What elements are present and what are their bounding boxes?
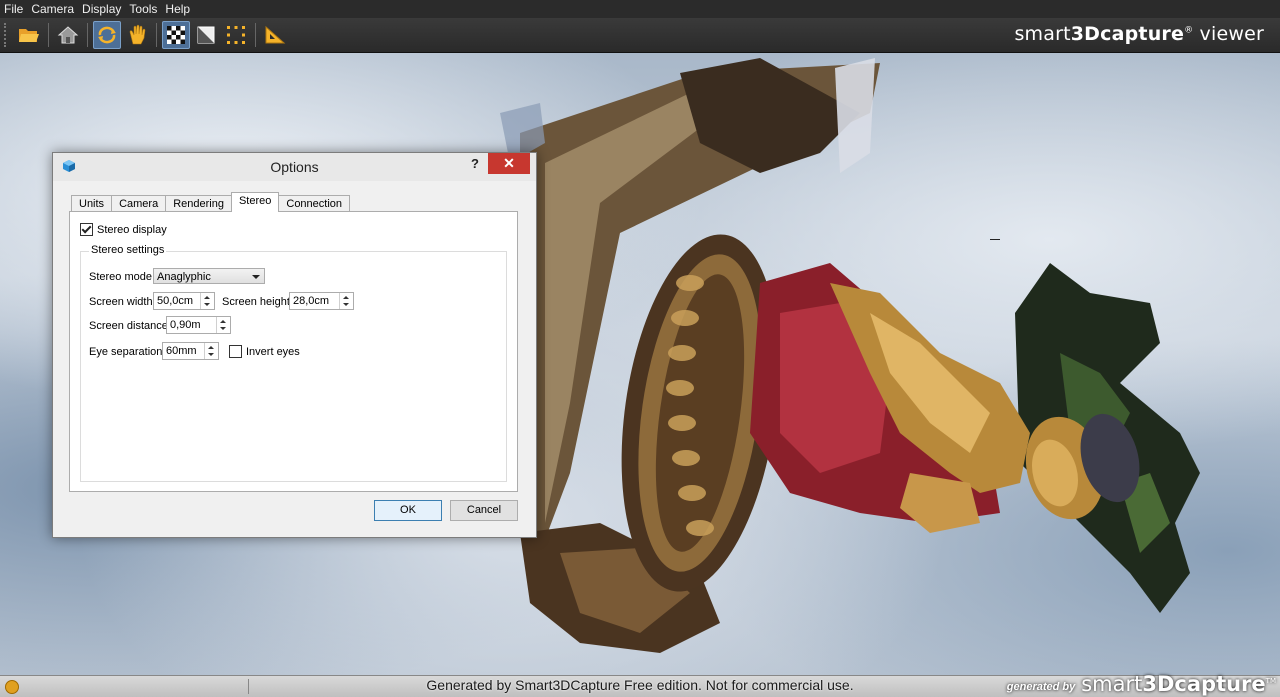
open-folder-icon — [19, 29, 39, 42]
close-button[interactable]: ✕ — [488, 153, 530, 174]
measure-icon — [265, 25, 286, 44]
screen-distance-label: Screen distance — [89, 320, 168, 332]
close-icon: ✕ — [503, 155, 515, 171]
screen-height-spinbox[interactable]: 28,0cm — [289, 292, 354, 310]
spin-buttons[interactable] — [204, 343, 218, 359]
orbit-icon — [98, 26, 116, 44]
texture-button[interactable] — [162, 21, 190, 49]
ok-button[interactable]: OK — [374, 500, 442, 521]
screen-distance-spinbox[interactable]: 0,90m — [166, 316, 231, 334]
dialog-titlebar[interactable]: Options ? ✕ — [53, 153, 536, 181]
spin-buttons[interactable] — [339, 293, 353, 309]
checkerboard-icon — [167, 26, 185, 44]
spin-up-icon — [343, 296, 349, 299]
toolbar-separator — [156, 23, 157, 47]
stereo-mode-select[interactable]: Anaglyphic — [153, 268, 265, 284]
tab-rendering[interactable]: Rendering — [165, 195, 232, 212]
stereo-display-checkbox[interactable] — [80, 223, 93, 236]
app-brand: smart3Dcapture® viewer — [1014, 23, 1264, 45]
stereo-settings-group: Stereo settings Stereo mode Anaglyphic S… — [80, 244, 507, 482]
dialog-body: Units Camera Rendering Stereo Connection… — [59, 181, 530, 531]
measure-button[interactable] — [261, 21, 289, 49]
cancel-button[interactable]: Cancel — [450, 500, 518, 521]
invert-eyes-label: Invert eyes — [246, 345, 300, 358]
pan-button[interactable] — [123, 21, 151, 49]
options-dialog: Options ? ✕ Units Camera Rendering Stere… — [52, 152, 537, 538]
spin-buttons[interactable] — [216, 317, 230, 333]
spin-down-icon — [220, 327, 226, 330]
eye-separation-label: Eye separation — [89, 346, 163, 358]
stereo-mode-label: Stereo mode — [89, 271, 152, 283]
spin-buttons[interactable] — [200, 293, 214, 309]
tab-stereo[interactable]: Stereo — [230, 192, 280, 212]
eye-separation-spinbox[interactable]: 60mm — [162, 342, 219, 360]
tab-bar: Units Camera Rendering Stereo Connection — [71, 192, 351, 212]
help-button[interactable]: ? — [465, 156, 485, 174]
spin-down-icon — [204, 303, 210, 306]
stereo-mode-value: Anaglyphic — [157, 271, 211, 283]
toolbar: smart3Dcapture® viewer — [0, 18, 1280, 53]
menu-file[interactable]: File — [0, 2, 27, 16]
spin-up-icon — [208, 346, 214, 349]
toolbar-separator — [255, 23, 256, 47]
invert-eyes-checkbox[interactable] — [229, 345, 242, 358]
spin-down-icon — [208, 353, 214, 356]
bounding-box-icon — [227, 26, 245, 44]
bounding-box-button[interactable] — [222, 21, 250, 49]
screen-height-value: 28,0cm — [293, 295, 330, 307]
tab-units[interactable]: Units — [71, 195, 113, 212]
spin-up-icon — [220, 320, 226, 323]
menu-tools[interactable]: Tools — [125, 2, 161, 16]
screen-width-value: 50,0cm — [157, 295, 194, 307]
menu-display[interactable]: Display — [78, 2, 125, 16]
chevron-down-icon — [252, 275, 260, 279]
screen-width-label: Screen width — [89, 296, 153, 308]
screen-width-spinbox[interactable]: 50,0cm — [153, 292, 215, 310]
group-title: Stereo settings — [89, 244, 167, 256]
logo-text: smart3DcaptureTM — [1081, 672, 1276, 696]
orbit-button[interactable] — [93, 21, 121, 49]
shading-button[interactable] — [192, 21, 220, 49]
toolbar-grip[interactable] — [4, 23, 10, 47]
toolbar-separator — [87, 23, 88, 47]
flat-shading-icon — [197, 26, 215, 44]
invert-eyes-row: Invert eyes — [229, 345, 300, 358]
pan-hand-icon — [129, 24, 146, 45]
stereo-display-row: Stereo display — [80, 223, 167, 236]
tab-camera[interactable]: Camera — [111, 195, 167, 212]
menu-bar: File Camera Display Tools Help — [0, 0, 1280, 18]
eye-separation-value: 60mm — [166, 345, 197, 357]
generated-by-logo: generated by smart3DcaptureTM — [1007, 668, 1276, 696]
screen-distance-value: 0,90m — [170, 319, 201, 331]
home-view-button[interactable] — [54, 21, 82, 49]
stereo-tab-panel: Stereo display Stereo settings Stereo mo… — [69, 211, 518, 492]
menu-camera[interactable]: Camera — [27, 2, 78, 16]
tab-connection[interactable]: Connection — [278, 195, 351, 212]
spin-down-icon — [343, 303, 349, 306]
home-view-icon — [57, 26, 79, 44]
toolbar-separator — [48, 23, 49, 47]
menu-help[interactable]: Help — [161, 2, 194, 16]
stereo-display-label: Stereo display — [97, 223, 167, 236]
dialog-title: Options — [270, 159, 319, 175]
open-button[interactable] — [15, 21, 43, 49]
spin-up-icon — [204, 296, 210, 299]
screen-height-label: Screen height — [222, 296, 290, 308]
generated-by-label: generated by — [1006, 681, 1076, 693]
